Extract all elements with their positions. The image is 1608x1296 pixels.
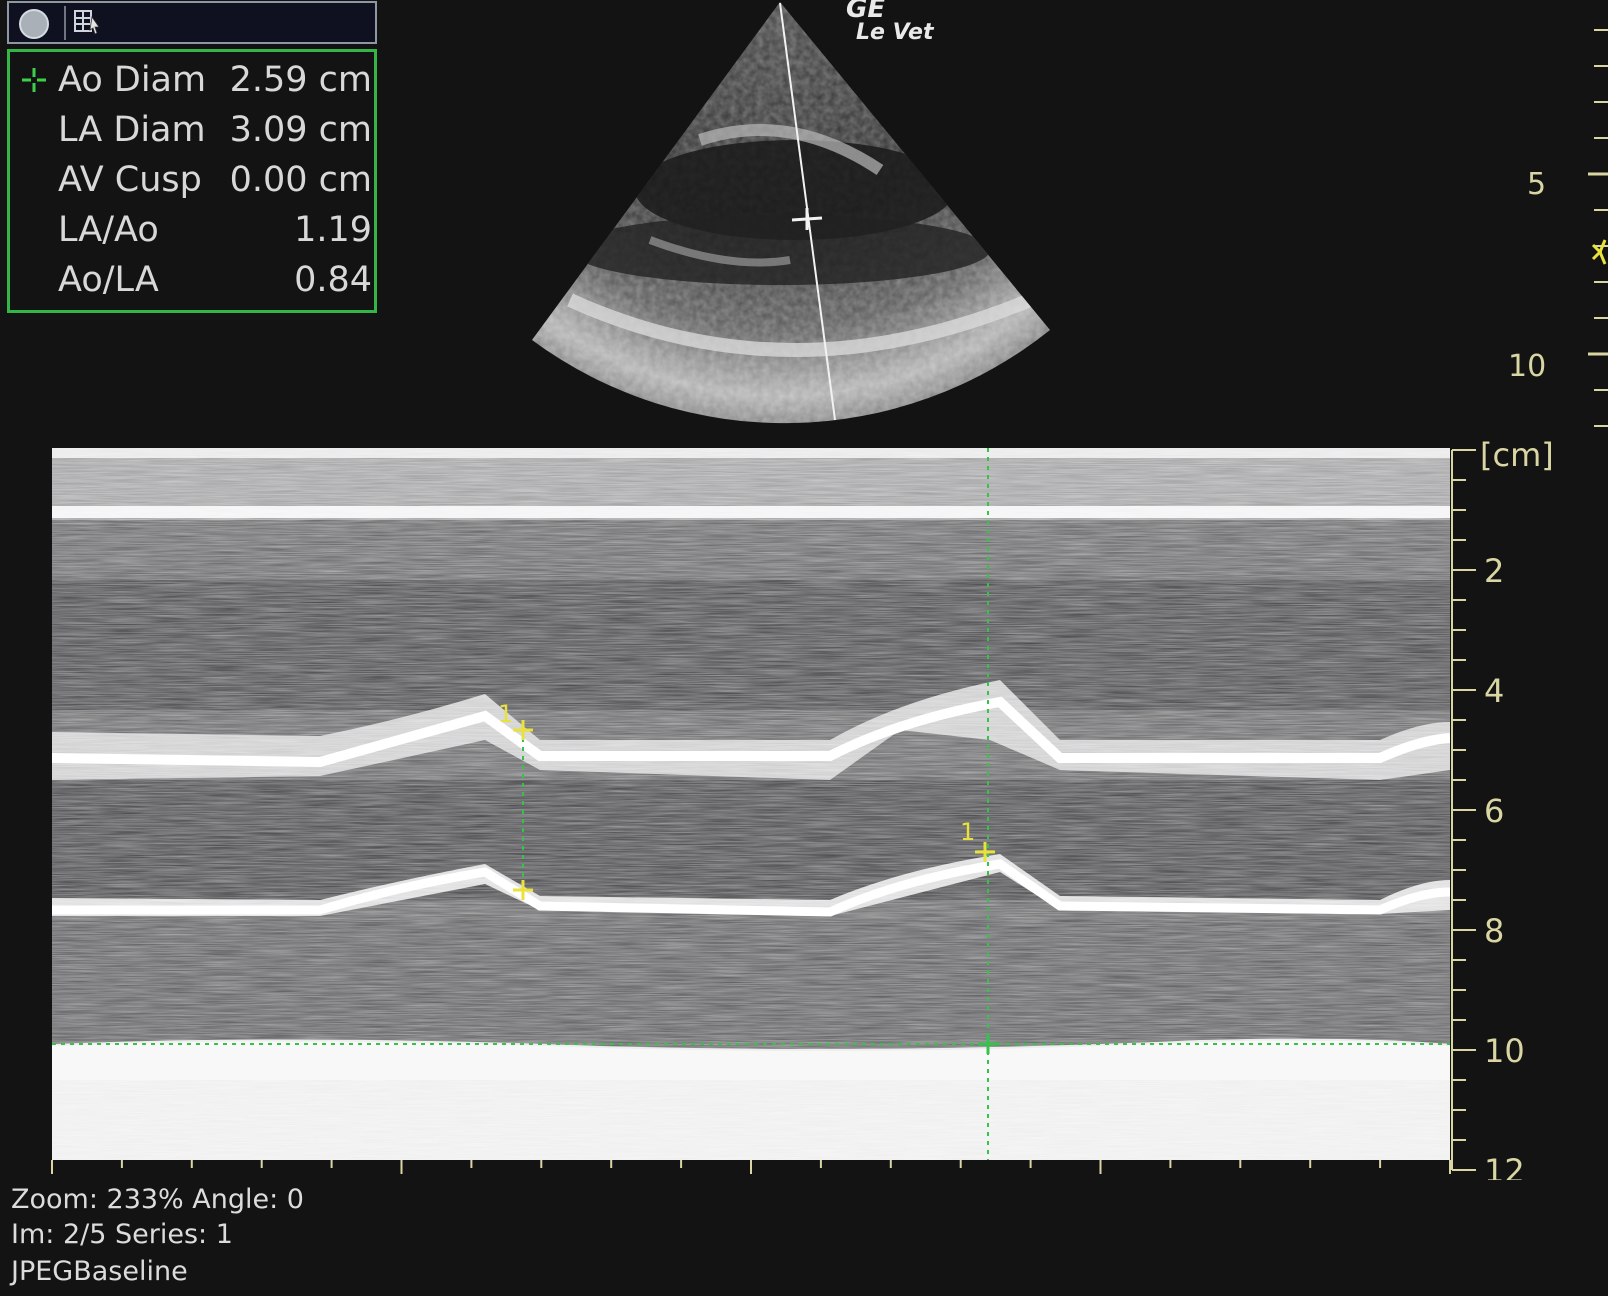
measurement-value: 2.59 cm — [229, 60, 372, 100]
measurement-label: AV Cusp — [58, 160, 202, 200]
measurement-row[interactable]: AV Cusp 0.00 cm — [10, 158, 374, 202]
measurement-value: 0.00 cm — [229, 160, 372, 200]
sector-depth-label-10: 10 — [1508, 349, 1546, 384]
active-caliper-icon — [22, 68, 46, 92]
time-axis: -2.0 -1.5 -1.0 -0.5 0.0 — [21, 1160, 1476, 1180]
mmode-trace: 1 1 2 4 6 8 10 12 [cm] -2.0 -1.5 -1.0 -0.5 0.0 — [21, 440, 1554, 1180]
time-tick-label: -1.0 — [720, 1176, 782, 1180]
depth-tick-label: 8 — [1484, 912, 1504, 950]
time-tick-label: -1.5 — [370, 1176, 432, 1180]
depth-tick-label: 10 — [1484, 1032, 1525, 1070]
measurement-row[interactable]: LA/Ao 1.19 — [10, 208, 374, 252]
image-series-info: Im: 2/5 Series: 1 — [11, 1219, 233, 1250]
toolbar-separator — [64, 6, 66, 40]
depth-tick-label: 4 — [1484, 672, 1504, 710]
time-tick-label: 0.0 — [1425, 1176, 1476, 1180]
time-tick-label: -0.5 — [1069, 1176, 1131, 1180]
measurement-row[interactable]: Ao/LA 0.84 — [10, 258, 374, 302]
circle-button-icon[interactable] — [19, 9, 49, 39]
depth-tick-label: 6 — [1484, 792, 1504, 830]
measurement-label: Ao/LA — [58, 260, 159, 300]
measurement-label: Ao Diam — [58, 60, 207, 100]
measurement-label: LA Diam — [58, 110, 206, 150]
sector-2d-image — [532, 2, 1050, 424]
caliper-marker-label: 1 — [960, 818, 975, 846]
depth-unit-label: [cm] — [1480, 440, 1554, 474]
grid-cursor-icon[interactable] — [74, 9, 100, 35]
depth-tick-label: 12 — [1484, 1152, 1525, 1180]
measurement-panel: Ao Diam 2.59 cm LA Diam 3.09 cm AV Cusp … — [7, 49, 377, 313]
measurement-value: 0.84 — [294, 260, 372, 300]
measurement-value: 3.09 cm — [229, 110, 372, 150]
sector-depth-label-5: 5 — [1527, 167, 1546, 202]
caliper-marker-label: 1 — [498, 700, 513, 728]
measurement-row[interactable]: LA Diam 3.09 cm — [10, 108, 374, 152]
viewer-toolbar — [7, 1, 377, 44]
logo-line-ge: GE — [846, 0, 886, 24]
measurement-label: LA/Ao — [58, 210, 159, 250]
depth-axis: 2 4 6 8 10 12 — [1451, 449, 1525, 1180]
measurement-row[interactable]: Ao Diam 2.59 cm — [10, 58, 374, 102]
logo-line-vet: Le Vet — [856, 20, 934, 45]
zoom-info: Zoom: 233% Angle: 0 — [11, 1184, 304, 1215]
sector-depth-scale: 5 10 — [1508, 29, 1608, 427]
focus-marker-icon — [1591, 239, 1607, 265]
depth-tick-label: 2 — [1484, 552, 1504, 590]
measurement-value: 1.19 — [294, 210, 372, 250]
time-tick-label: -2.0 — [21, 1176, 83, 1180]
format-info: JPEGBaseline — [11, 1256, 188, 1287]
ge-logo: GE Le Vet — [846, 0, 933, 44]
